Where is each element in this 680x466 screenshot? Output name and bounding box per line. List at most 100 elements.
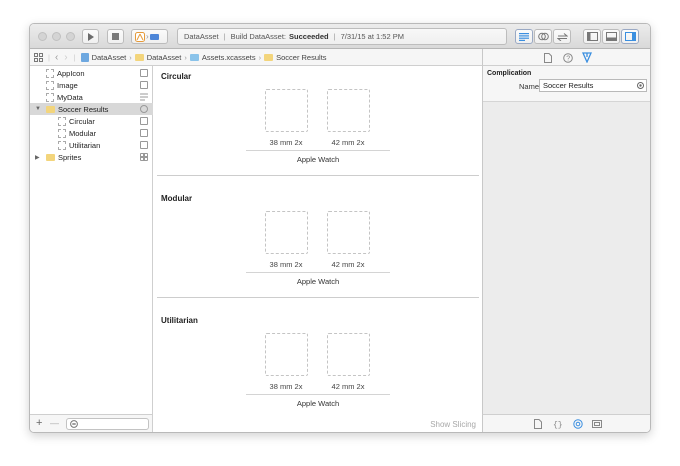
minimize-window-button[interactable] <box>52 32 61 41</box>
breadcrumb-group[interactable]: DataAsset <box>134 52 182 62</box>
slot-38mm-label: 38 mm 2x <box>269 138 303 147</box>
inspector-section-title: Complication <box>487 70 532 77</box>
name-field[interactable]: Soccer Results <box>539 79 647 92</box>
slot-42mm[interactable] <box>327 211 370 254</box>
nav-item-sprites[interactable]: ▶ Sprites <box>30 151 153 163</box>
filter-field[interactable] <box>66 418 149 430</box>
section-divider <box>157 175 479 176</box>
quick-help-icon[interactable]: ? <box>563 53 573 63</box>
file-inspector-icon[interactable] <box>544 53 552 63</box>
activity-time: 7/31/15 at 1:52 PM <box>340 32 404 41</box>
nav-item-mydata[interactable]: MyData <box>30 91 153 103</box>
name-field-value: Soccer Results <box>543 81 594 90</box>
version-editor-button[interactable] <box>553 29 571 44</box>
media-library-icon[interactable] <box>592 419 602 429</box>
stop-button[interactable] <box>107 29 124 44</box>
image-set-icon <box>58 116 66 126</box>
sprite-grid-icon <box>140 153 148 161</box>
slot-38mm[interactable] <box>265 211 308 254</box>
image-set-icon <box>58 140 66 150</box>
nav-item-label: MyData <box>57 92 83 102</box>
filter-icon <box>70 420 78 428</box>
breadcrumb-soccer-results[interactable]: Soccer Results <box>264 52 327 62</box>
stop-icon <box>112 33 119 40</box>
image-set-icon <box>46 68 54 78</box>
toggle-utilities-button[interactable] <box>621 29 639 44</box>
section-divider <box>157 297 479 298</box>
nav-item-label: Circular <box>69 116 95 126</box>
breadcrumb-project[interactable]: DataAsset <box>80 52 126 62</box>
zoom-window-button[interactable] <box>66 32 75 41</box>
folder-icon <box>134 53 144 61</box>
bottom-panel-icon <box>605 32 617 41</box>
nav-item-label: Modular <box>69 128 97 138</box>
disclosure-triangle-open-icon[interactable]: ▼ <box>35 106 41 112</box>
activity-separator-2: | <box>333 32 336 41</box>
toggle-navigator-button[interactable] <box>583 29 601 44</box>
folder-icon <box>46 153 55 161</box>
assistant-editor-button[interactable] <box>534 29 552 44</box>
nav-item-label: Soccer Results <box>58 104 109 114</box>
remove-button[interactable]: — <box>50 418 59 428</box>
nav-item-soccer-results[interactable]: ▼ Soccer Results <box>30 103 153 115</box>
slot-42mm[interactable] <box>327 89 370 132</box>
back-button[interactable]: ‹ <box>55 52 58 63</box>
folder-icon <box>264 53 274 61</box>
breadcrumb-group-label: DataAsset <box>146 52 182 62</box>
clear-field-icon[interactable] <box>637 82 644 89</box>
project-icon <box>80 52 89 62</box>
project-navigator: AppIcon Image MyData ▼ Soccer Results Ci… <box>30 66 153 414</box>
data-set-icon <box>46 92 54 102</box>
nav-item-circular[interactable]: Circular <box>30 115 153 127</box>
scheme-selector[interactable]: › <box>131 29 168 44</box>
nav-item-label: AppIcon <box>57 68 85 78</box>
nav-item-utilitarian[interactable]: Utilitarian <box>30 139 153 151</box>
section-title-circular: Circular <box>161 72 192 81</box>
toggle-debug-area-button[interactable] <box>602 29 620 44</box>
standard-editor-button[interactable] <box>515 29 533 44</box>
file-template-icon[interactable] <box>534 419 542 429</box>
close-window-button[interactable] <box>38 32 47 41</box>
forward-button[interactable]: › <box>64 52 67 63</box>
asset-editor: Circular 38 mm 2x 42 mm 2x Apple Watch M… <box>154 66 482 432</box>
slot-38mm[interactable] <box>265 89 308 132</box>
nav-item-image[interactable]: Image <box>30 79 153 91</box>
activity-status: Succeeded <box>289 32 329 41</box>
utilitarian-badge-icon <box>140 141 148 149</box>
section-title-modular: Modular <box>161 194 193 203</box>
breadcrumb-soccer-results-label: Soccer Results <box>276 52 327 62</box>
svg-text:{}: {} <box>553 421 563 429</box>
jumpbar-divider-2: | <box>73 52 76 62</box>
code-snippet-icon[interactable]: {} <box>553 419 563 429</box>
nav-item-modular[interactable]: Modular <box>30 127 153 139</box>
jumpbar-divider: | <box>48 52 50 62</box>
breadcrumb-assets[interactable]: Assets.xcassets <box>189 53 256 62</box>
slot-38mm[interactable] <box>265 333 308 376</box>
slot-42mm-label: 42 mm 2x <box>331 382 365 391</box>
activity-target: DataAsset <box>184 32 219 41</box>
image-set-icon <box>58 128 66 138</box>
group-underline <box>246 394 390 395</box>
run-button[interactable] <box>82 29 99 44</box>
disclosure-triangle-closed-icon[interactable]: ▶ <box>35 154 40 161</box>
object-library-icon[interactable] <box>573 419 583 429</box>
image-set-icon <box>46 80 54 90</box>
add-button[interactable]: + <box>36 417 42 429</box>
show-slicing-button[interactable]: Show Slicing <box>430 420 476 429</box>
related-items-button[interactable] <box>34 52 43 62</box>
nav-item-label: Utilitarian <box>69 140 101 150</box>
activity-separator: | <box>223 32 226 41</box>
slot-38mm-label: 38 mm 2x <box>269 260 303 269</box>
slot-42mm-label: 42 mm 2x <box>331 138 365 147</box>
group-underline <box>246 150 390 151</box>
activity-viewer: DataAsset | Build DataAsset: Succeeded |… <box>177 28 507 45</box>
nav-item-appicon[interactable]: AppIcon <box>30 67 153 79</box>
nav-item-label: Sprites <box>58 152 82 162</box>
left-panel-icon <box>586 32 598 41</box>
library-selector-bar: {} <box>482 414 650 432</box>
attributes-inspector-icon[interactable] <box>582 52 592 63</box>
slot-42mm[interactable] <box>327 333 370 376</box>
xcode-window: › DataAsset | Build DataAsset: Succeeded… <box>29 23 651 433</box>
version-editor-icon <box>556 32 568 41</box>
breadcrumb-chevron-icon: › <box>184 52 187 62</box>
